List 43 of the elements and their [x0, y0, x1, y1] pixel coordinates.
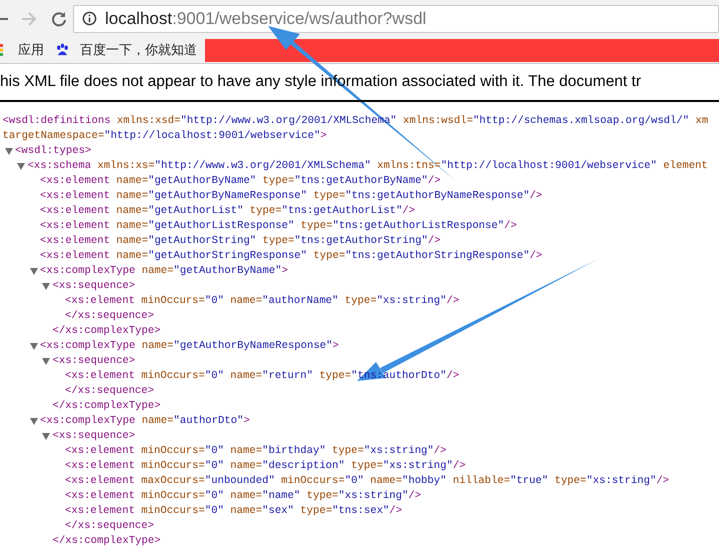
- xml-line: <xs:complexType name="getAuthorByNameResponse">: [40, 339, 339, 354]
- xml-line: <xs:element name="getAuthorStringResponse" type="tns:getAuthorStringResponse"/>: [40, 249, 542, 264]
- xml-line: </xs:sequence>: [65, 384, 154, 399]
- xml-line: <xs:element name="getAuthorString" type="tns:getAuthorString"/>: [40, 234, 441, 249]
- info-icon[interactable]: [82, 11, 97, 26]
- expanded-icon[interactable]: [4, 148, 13, 155]
- xml-line: </xs:complexType>: [52, 399, 161, 414]
- xml-line: </xs:complexType>: [52, 324, 161, 339]
- xml-line: <xs:element name="getAuthorList" type="tns:getAuthorList"/>: [40, 204, 416, 219]
- expanded-icon[interactable]: [30, 418, 38, 425]
- reload-icon[interactable]: [51, 10, 67, 26]
- xml-line: </xs:complexType>: [52, 534, 161, 549]
- expanded-icon[interactable]: [17, 163, 26, 170]
- expanded-icon[interactable]: [30, 343, 38, 350]
- xml-line: targetNamespace="http://localhost:9001/webservice">: [2, 129, 327, 144]
- address-bar[interactable]: localhost:9001/webservice/ws/author?wsdl: [73, 4, 719, 32]
- xml-line: <xs:element minOccurs="0" name="description" type="xs:string"/>: [65, 459, 466, 474]
- xml-line: <xs:element minOccurs="0" name="name" type="xs:string"/>: [65, 489, 422, 504]
- bookmark-link[interactable]: 百度一下，你就知道: [80, 40, 197, 60]
- xml-line: <xs:schema xmlns:xs="http://www.w3.org/2001/XMLSchema" xmlns:tns="http://localhost:9001/webservice" element: [28, 159, 708, 174]
- xml-line: </xs:sequence>: [65, 309, 154, 324]
- expanded-icon[interactable]: [42, 358, 50, 365]
- paw-icon: [54, 42, 70, 58]
- xml-line: <xs:complexType name="authorDto">: [40, 414, 250, 429]
- xml-line: </xs:sequence>: [65, 519, 154, 534]
- xml-line: <wsdl:types>: [15, 144, 92, 159]
- xml-line: <xs:element minOccurs="0" name="birthday" type="xs:string"/>: [65, 444, 446, 459]
- xml-line: <xs:element name="getAuthorByName" type="tns:getAuthorByName"/>: [40, 174, 441, 189]
- apps-icon[interactable]: [0, 44, 4, 56]
- xml-line: <xs:complexType name="getAuthorByName">: [40, 264, 288, 279]
- xml-line: <xs:element minOccurs="0" name="authorName" type="xs:string"/>: [65, 294, 460, 309]
- xml-line: <xs:sequence>: [52, 354, 136, 369]
- expanded-icon[interactable]: [42, 283, 50, 290]
- expanded-icon[interactable]: [30, 268, 38, 275]
- xml-line: <xs:sequence>: [52, 429, 136, 444]
- bookmark-link[interactable]: 应用: [18, 40, 44, 60]
- xml-line: <xs:element name="getAuthorByNameResponse" type="tns:getAuthorByNameResponse"/>: [40, 189, 542, 204]
- xml-line: <xs:element maxOccurs="unbounded" minOccurs="0" name="hobby" nillable="true" type="xs:string"/>: [65, 474, 670, 489]
- xml-line: <xs:element minOccurs="0" name="sex" type="tns:sex"/>: [65, 504, 402, 519]
- xml-line: <xs:sequence>: [52, 279, 136, 294]
- expanded-icon[interactable]: [42, 433, 50, 440]
- url-text: localhost:9001/webservice/ws/author?wsdl: [105, 8, 426, 30]
- xml-line: <xs:element name="getAuthorListResponse" type="tns:getAuthorListResponse"/>: [40, 219, 517, 234]
